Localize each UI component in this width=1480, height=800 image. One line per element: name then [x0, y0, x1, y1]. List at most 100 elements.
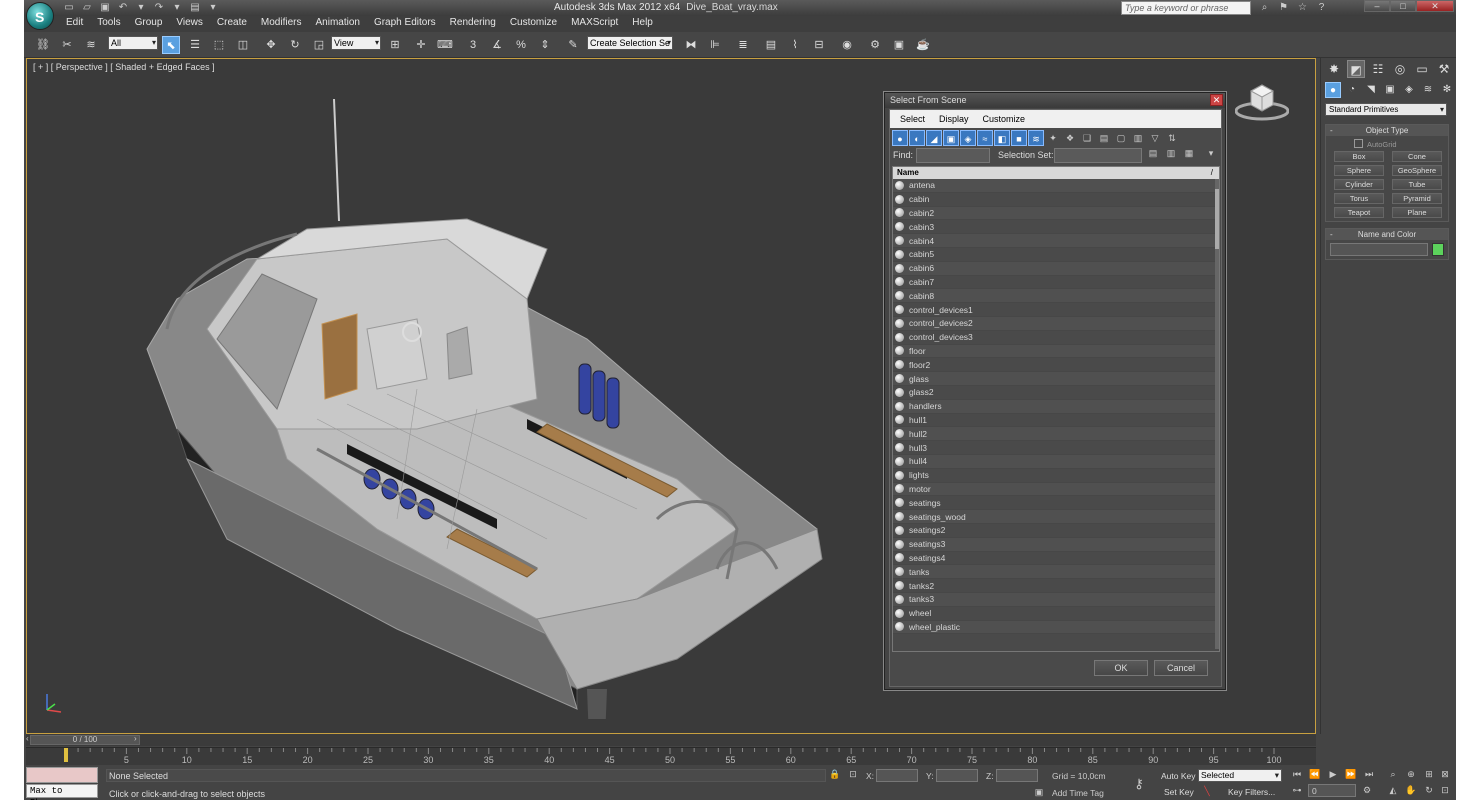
- display-hidden-icon[interactable]: ❑: [1079, 130, 1095, 146]
- display-cameras-icon[interactable]: ▣: [943, 130, 959, 146]
- dialog-menu-customize[interactable]: Customize: [983, 110, 1026, 128]
- geometry-icon[interactable]: ●: [1325, 82, 1341, 98]
- redo-icon[interactable]: ↷: [152, 1, 166, 14]
- list-item[interactable]: cabin2: [893, 206, 1219, 221]
- percent-snap-icon[interactable]: %: [512, 36, 530, 54]
- undo-icon[interactable]: ↶: [116, 1, 130, 14]
- spinner-snap-icon[interactable]: ⇕: [536, 36, 554, 54]
- display-containers-icon[interactable]: ✦: [1045, 130, 1061, 146]
- list-item[interactable]: hull4: [893, 454, 1219, 469]
- project-folder-icon[interactable]: ▤: [188, 1, 202, 14]
- modify-tab-icon[interactable]: ◩: [1347, 60, 1365, 78]
- key-filter-icon[interactable]: ╲: [1200, 785, 1214, 798]
- key-mode-toggle-icon[interactable]: ⊶: [1290, 784, 1304, 797]
- list-item[interactable]: hull1: [893, 414, 1219, 428]
- list-item[interactable]: cabin8: [893, 289, 1219, 304]
- cancel-button[interactable]: Cancel: [1154, 660, 1208, 676]
- orbit-icon[interactable]: ↻: [1422, 784, 1436, 797]
- edit-named-selection-icon[interactable]: ✎: [564, 36, 582, 54]
- time-slider-next-icon[interactable]: ›: [134, 734, 137, 743]
- list-item[interactable]: hull3: [893, 441, 1219, 455]
- list-item[interactable]: control_devices3: [893, 331, 1219, 345]
- list-item[interactable]: seatings2: [893, 524, 1219, 538]
- display-bones-icon[interactable]: ≋: [1028, 130, 1044, 146]
- primitive-category-dropdown[interactable]: Standard Primitives: [1325, 103, 1447, 116]
- display-groups-icon[interactable]: ◧: [994, 130, 1010, 146]
- menu-modifiers[interactable]: Modifiers: [261, 17, 302, 28]
- list-item[interactable]: seatings_wood: [893, 510, 1219, 524]
- menu-customize[interactable]: Customize: [510, 17, 557, 28]
- zoom-extents-all-icon[interactable]: ⊠: [1438, 768, 1452, 781]
- display-lights-icon[interactable]: ◢: [926, 130, 942, 146]
- track-bar[interactable]: 5 10 15 20 25 30 35 40 45 50 55 60 65 70 75 80 85 90 95 100: [26, 747, 1316, 765]
- ok-button[interactable]: OK: [1094, 660, 1148, 676]
- menu-create[interactable]: Create: [217, 17, 247, 28]
- name-and-color-header[interactable]: Name and Color: [1326, 229, 1448, 240]
- current-frame-marker[interactable]: [64, 748, 68, 762]
- list-item[interactable]: tanks: [893, 565, 1219, 580]
- list-item[interactable]: seatings: [893, 496, 1219, 511]
- new-file-icon[interactable]: ▭: [62, 1, 76, 14]
- reference-coordinate-dropdown[interactable]: View: [331, 36, 381, 50]
- set-key-button[interactable]: Set Key: [1164, 787, 1194, 797]
- create-tab-icon[interactable]: ✸: [1325, 60, 1343, 78]
- list-item[interactable]: cabin7: [893, 276, 1219, 290]
- undo-dropdown-icon[interactable]: ▾: [134, 1, 148, 14]
- shapes-icon[interactable]: ◔: [1344, 82, 1360, 98]
- list-item[interactable]: floor2: [893, 358, 1219, 373]
- render-production-icon[interactable]: ☕: [914, 36, 932, 54]
- scene-object-list[interactable]: Name antena cabin cabin2 cabin3 cabin4 cabin5…: [892, 166, 1220, 652]
- list-item[interactable]: lights: [893, 469, 1219, 483]
- list-item[interactable]: tanks3: [893, 592, 1219, 607]
- layer-manager-icon[interactable]: ≣: [734, 36, 752, 54]
- menu-group[interactable]: Group: [135, 17, 163, 28]
- play-icon[interactable]: ▶: [1326, 768, 1340, 781]
- goto-end-icon[interactable]: ⏭: [1362, 768, 1376, 781]
- maxscript-listener-output[interactable]: [26, 767, 98, 783]
- zoom-extents-icon[interactable]: ⊞: [1422, 768, 1436, 781]
- help-icon[interactable]: ?: [1315, 1, 1328, 14]
- select-none-icon[interactable]: ▢: [1113, 130, 1129, 146]
- window-crossing-icon[interactable]: ◫: [234, 36, 252, 54]
- plane-button[interactable]: Plane: [1392, 207, 1442, 218]
- column-header-name[interactable]: Name: [893, 167, 1219, 179]
- absolute-mode-icon[interactable]: ⊡: [846, 768, 860, 781]
- list-scrollbar[interactable]: [1215, 179, 1219, 649]
- display-shapes-icon[interactable]: ◐: [909, 130, 925, 146]
- list-item[interactable]: motor: [893, 482, 1219, 497]
- select-invert-icon[interactable]: ▥: [1130, 130, 1146, 146]
- utilities-tab-icon[interactable]: ⚒: [1435, 60, 1453, 78]
- menu-help[interactable]: Help: [632, 17, 653, 28]
- display-tab-icon[interactable]: ▭: [1413, 60, 1431, 78]
- auto-key-button[interactable]: Auto Key: [1161, 771, 1196, 781]
- list-item[interactable]: cabin6: [893, 261, 1219, 276]
- select-all-icon[interactable]: ▤: [1096, 130, 1112, 146]
- curve-editor-icon[interactable]: ⌇: [786, 36, 804, 54]
- display-helpers-icon[interactable]: ◈: [960, 130, 976, 146]
- list-item[interactable]: cabin3: [893, 220, 1219, 235]
- list-item[interactable]: floor: [893, 344, 1219, 359]
- viewcube[interactable]: [1234, 81, 1290, 124]
- viewport-label[interactable]: [ + ] [ Perspective ] [ Shaded + Edged F…: [33, 62, 215, 72]
- list-item[interactable]: control_devices1: [893, 303, 1219, 317]
- rendered-frame-window-icon[interactable]: ▣: [890, 36, 908, 54]
- menu-graph-editors[interactable]: Graph Editors: [374, 17, 436, 28]
- menu-animation[interactable]: Animation: [315, 17, 359, 28]
- menu-edit[interactable]: Edit: [66, 17, 83, 28]
- select-rotate-icon[interactable]: ↻: [286, 36, 304, 54]
- selection-lock-icon[interactable]: 🔒: [828, 768, 842, 781]
- redo-dropdown-icon[interactable]: ▾: [170, 1, 184, 14]
- keyboard-shortcut-override-icon[interactable]: ⌨: [436, 36, 454, 54]
- motion-tab-icon[interactable]: ◎: [1391, 60, 1409, 78]
- find-input[interactable]: [916, 148, 990, 163]
- cylinder-button[interactable]: Cylinder: [1334, 179, 1384, 190]
- options-arrow-icon[interactable]: ▾: [1204, 148, 1218, 162]
- selection-filter-dropdown[interactable]: All: [108, 36, 158, 50]
- application-menu-button[interactable]: S: [26, 2, 54, 30]
- tube-button[interactable]: Tube: [1392, 179, 1442, 190]
- bind-spacewarp-icon[interactable]: ≋: [82, 36, 100, 54]
- list-item[interactable]: tanks2: [893, 579, 1219, 593]
- rectangular-selection-icon[interactable]: ⬚: [210, 36, 228, 54]
- dialog-titlebar[interactable]: Select From Scene ✕: [885, 93, 1225, 108]
- previous-frame-icon[interactable]: ⏪: [1308, 768, 1322, 781]
